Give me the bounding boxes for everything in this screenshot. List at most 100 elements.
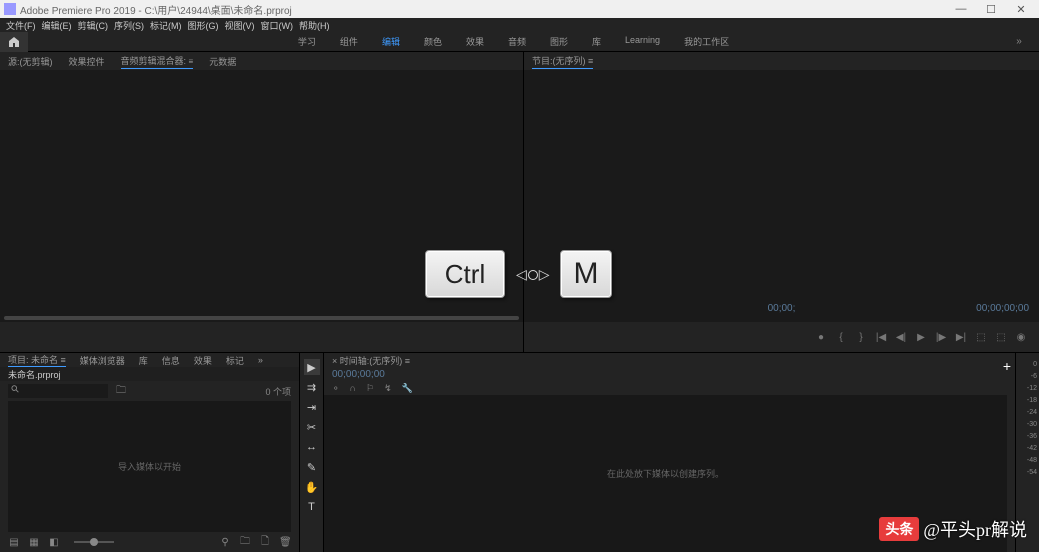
play-icon[interactable]: ▶ xyxy=(915,332,927,343)
linked-selection-icon[interactable]: ∩ xyxy=(350,383,356,393)
ws-mine[interactable]: 我的工作区 xyxy=(684,35,729,48)
source-tabs: 源:(无剪辑) 效果控件 音频剪辑混合器: ≡ 元数据 xyxy=(0,52,523,70)
project-search-row: 🗀 0 个项 xyxy=(0,381,299,401)
icon-view-icon[interactable]: ▦ xyxy=(28,537,40,548)
zoom-knob[interactable] xyxy=(90,538,98,546)
out-point-icon[interactable]: } xyxy=(855,332,867,343)
menu-help[interactable]: 帮助(H) xyxy=(299,19,330,32)
window-controls: — ☐ ✕ xyxy=(947,1,1035,17)
ws-learn[interactable]: 学习 xyxy=(298,35,316,48)
track-select-tool-icon[interactable]: ⇉ xyxy=(304,379,320,395)
pen-tool-icon[interactable]: ✎ xyxy=(304,459,320,475)
close-button[interactable]: ✕ xyxy=(1007,1,1035,17)
go-out-icon[interactable]: ▶| xyxy=(955,332,967,343)
zoom-slider[interactable] xyxy=(74,541,114,543)
tab-program[interactable]: 节目:(无序列) ≡ xyxy=(532,54,593,69)
tab-overflow[interactable]: » xyxy=(258,355,263,365)
dropdown-icon: ≡ xyxy=(189,57,194,66)
maximize-button[interactable]: ☐ xyxy=(977,1,1005,17)
ws-edit[interactable]: 编辑 xyxy=(382,35,400,48)
trash-icon[interactable]: 🗑 xyxy=(279,537,291,548)
project-file-header[interactable]: 未命名.prproj xyxy=(0,367,299,381)
lift-icon[interactable]: ⬚ xyxy=(975,332,987,343)
tab-library[interactable]: 库 xyxy=(139,354,148,367)
meter-tick: -24 xyxy=(1016,407,1039,419)
step-forward-icon[interactable]: |▶ xyxy=(935,332,947,343)
ws-color[interactable]: 颜色 xyxy=(424,35,442,48)
menu-marker[interactable]: 标记(M) xyxy=(150,19,182,32)
ws-assembly[interactable]: 组件 xyxy=(340,35,358,48)
snap-icon[interactable]: ⚬ xyxy=(332,383,340,394)
tab-project[interactable]: 项目: 未命名 ≡ xyxy=(8,353,66,367)
menu-sequence[interactable]: 序列(S) xyxy=(114,19,144,32)
menu-graphics[interactable]: 图形(G) xyxy=(188,19,219,32)
scrollbar-thumb[interactable] xyxy=(4,316,519,320)
menu-edit[interactable]: 编辑(E) xyxy=(42,19,72,32)
timeline-toolbar: ⚬ ∩ ⚐ ↯ 🔧 xyxy=(324,381,1015,395)
meter-tick: -36 xyxy=(1016,431,1039,443)
go-in-icon[interactable]: |◀ xyxy=(875,332,887,343)
menu-view[interactable]: 视图(V) xyxy=(225,19,255,32)
export-frame-icon[interactable]: ◉ xyxy=(1015,332,1027,343)
new-item-icon[interactable]: 🗋 xyxy=(259,534,271,551)
ws-effects[interactable]: 效果 xyxy=(466,35,484,48)
menu-window[interactable]: 窗口(W) xyxy=(261,19,294,32)
project-panel: 项目: 未命名 ≡ 媒体浏览器 库 信息 效果 标记 » 未命名.prproj … xyxy=(0,353,300,552)
home-button[interactable] xyxy=(0,32,28,52)
workspace-tabs: 学习 组件 编辑 颜色 效果 音频 图形 库 Learning 我的工作区 xyxy=(28,35,999,48)
razor-tool-icon[interactable]: ✂ xyxy=(304,419,320,435)
ws-graphics[interactable]: 图形 xyxy=(550,35,568,48)
tab-effects[interactable]: 效果 xyxy=(194,354,212,367)
source-scrollbar[interactable] xyxy=(0,314,523,322)
folder-icon[interactable]: 🗀 xyxy=(116,383,126,400)
marker-tl-icon[interactable]: ⚐ xyxy=(366,383,374,394)
settings-icon[interactable]: ↯ xyxy=(384,383,392,394)
type-tool-icon[interactable]: T xyxy=(304,499,320,515)
step-back-icon[interactable]: ◀| xyxy=(895,332,907,343)
tab-markers[interactable]: 标记 xyxy=(226,354,244,367)
marker-icon[interactable]: ● xyxy=(815,332,827,343)
tab-source[interactable]: 源:(无剪辑) xyxy=(8,55,53,68)
ripple-edit-tool-icon[interactable]: ⇥ xyxy=(304,399,320,415)
wrench-icon[interactable]: 🔧 xyxy=(402,383,413,394)
program-tabs: 节目:(无序列) ≡ xyxy=(524,52,1039,70)
import-hint: 导入媒体以开始 xyxy=(118,460,181,473)
meter-tick: -48 xyxy=(1016,455,1039,467)
timeline-timecode[interactable]: 00;00;00;00 xyxy=(324,367,1015,381)
find-icon[interactable]: ⚲ xyxy=(219,537,231,548)
search-input[interactable] xyxy=(8,384,108,398)
hand-tool-icon[interactable]: ✋ xyxy=(304,479,320,495)
source-panel: 源:(无剪辑) 效果控件 音频剪辑混合器: ≡ 元数据 xyxy=(0,52,524,352)
new-bin-icon[interactable]: 🗀 xyxy=(239,534,251,551)
minimize-button[interactable]: — xyxy=(947,1,975,17)
tab-metadata[interactable]: 元数据 xyxy=(209,55,236,68)
workspace-overflow-icon[interactable]: » xyxy=(999,36,1039,47)
freeform-view-icon[interactable]: ◧ xyxy=(48,537,60,548)
tab-effect-controls[interactable]: 效果控件 xyxy=(69,55,105,68)
selection-tool-icon[interactable]: ▶ xyxy=(304,359,320,375)
slip-tool-icon[interactable]: ↔ xyxy=(304,439,320,455)
add-panel-button[interactable]: + xyxy=(1003,358,1011,374)
list-view-icon[interactable]: ▤ xyxy=(8,537,20,548)
window-title: Adobe Premiere Pro 2019 - C:\用户\24944\桌面… xyxy=(20,2,947,17)
item-count: 0 个项 xyxy=(265,385,291,398)
tab-media-browser[interactable]: 媒体浏览器 xyxy=(80,354,125,367)
project-body[interactable]: 导入媒体以开始 xyxy=(8,401,291,532)
tab-audio-mixer[interactable]: 音频剪辑混合器: ≡ xyxy=(121,54,194,69)
timeline-header[interactable]: × 时间轴:(无序列) ≡ xyxy=(324,353,1015,367)
project-tabs: 项目: 未命名 ≡ 媒体浏览器 库 信息 效果 标记 » xyxy=(0,353,299,367)
ws-learning[interactable]: Learning xyxy=(625,35,660,48)
program-timecode-center: 00;00; xyxy=(768,303,796,314)
extract-icon[interactable]: ⬚ xyxy=(995,332,1007,343)
meter-tick: -54 xyxy=(1016,467,1039,479)
workspace-bar: 学习 组件 编辑 颜色 效果 音频 图形 库 Learning 我的工作区 » xyxy=(0,32,1039,52)
menu-file[interactable]: 文件(F) xyxy=(6,19,36,32)
ws-libraries[interactable]: 库 xyxy=(592,35,601,48)
ws-audio[interactable]: 音频 xyxy=(508,35,526,48)
in-point-icon[interactable]: { xyxy=(835,332,847,343)
tab-audio-mixer-label: 音频剪辑混合器: xyxy=(121,56,187,66)
meter-tick: -18 xyxy=(1016,395,1039,407)
tab-info[interactable]: 信息 xyxy=(162,354,180,367)
meter-tick: 0 xyxy=(1016,359,1039,371)
menu-clip[interactable]: 剪辑(C) xyxy=(78,19,109,32)
